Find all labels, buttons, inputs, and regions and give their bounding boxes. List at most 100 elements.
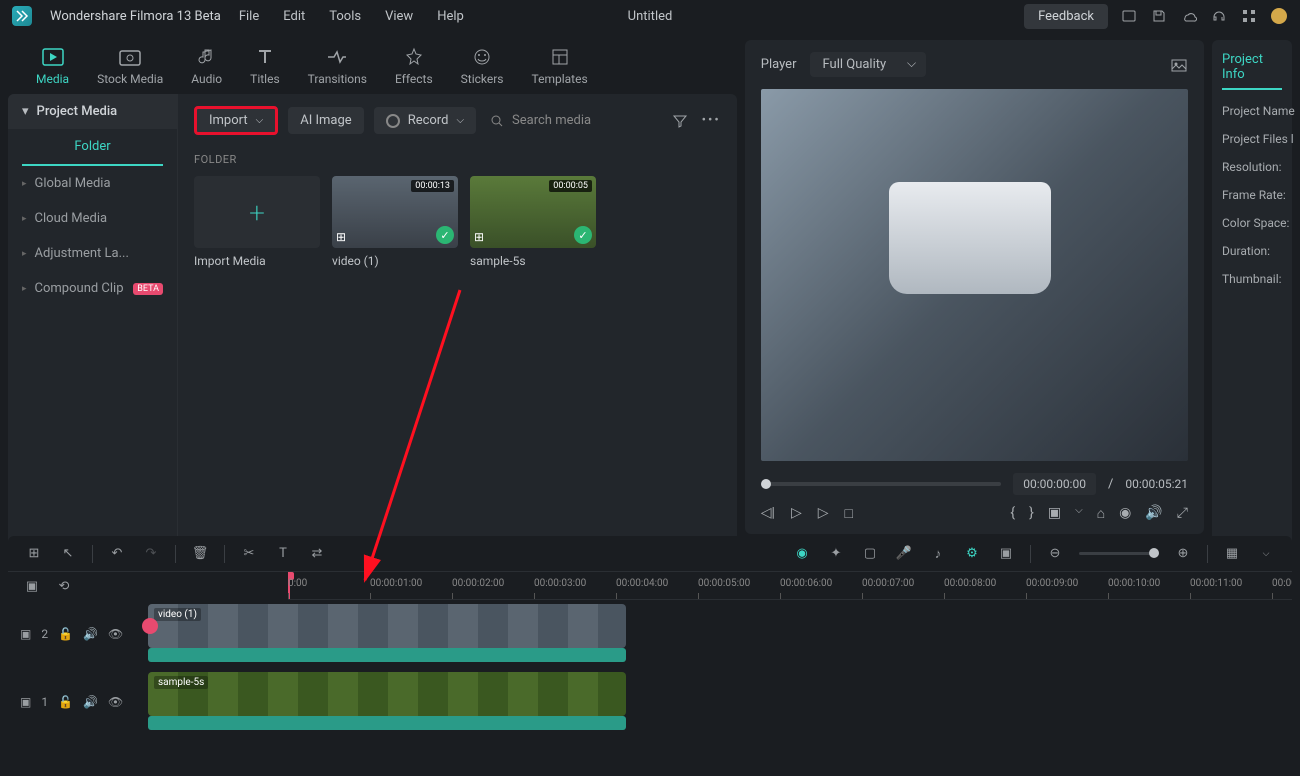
tab-effects[interactable]: Effects [395, 46, 433, 86]
color-icon[interactable]: ⚙ [962, 546, 982, 561]
zoom-in-icon[interactable]: ⊕ [1173, 546, 1193, 561]
sidebar-item-global-media[interactable]: ▸Global Media [8, 166, 177, 201]
track-id: 1 [41, 695, 48, 709]
ruler-mark: 0:00 [288, 578, 307, 589]
crop-icon[interactable]: ▣ [1048, 505, 1061, 522]
mute-icon[interactable]: 🔊 [83, 627, 98, 641]
tab-stock-media[interactable]: Stock Media [97, 46, 163, 86]
record-button[interactable]: Record⌵ [374, 107, 476, 134]
scrub-knob[interactable] [761, 479, 771, 489]
mute-icon[interactable]: 🔊 [83, 695, 98, 709]
sidebar-item-cloud-media[interactable]: ▸Cloud Media [8, 201, 177, 236]
media-tile-sample5s[interactable]: 00:00:05 ⊞ ✓ sample-5s [470, 176, 596, 268]
import-button[interactable]: Import⌵ [194, 106, 278, 135]
ruler-mark: 00:00:04:00 [616, 578, 668, 589]
track-1[interactable]: sample-5s [148, 668, 1292, 736]
sidebar-item-compound-clip[interactable]: ▸Compound ClipBETA [8, 271, 177, 306]
scrub-bar[interactable] [761, 482, 1002, 486]
stop-icon[interactable]: □ [845, 505, 853, 522]
timeline-settings-icon[interactable]: ▣ [22, 579, 42, 594]
snapshot-icon[interactable] [1170, 57, 1188, 73]
link-tracks-icon[interactable]: ⟲ [54, 579, 74, 594]
chevron-down-icon[interactable]: ⌵ [1256, 549, 1276, 559]
track-header-2[interactable]: ▣2 🔓 🔊 👁 [8, 600, 148, 668]
tab-templates[interactable]: Templates [532, 46, 588, 86]
volume-icon[interactable]: 🔊 [1145, 505, 1162, 522]
sidebar-header[interactable]: ▾ Project Media [8, 94, 177, 129]
fullscreen-icon[interactable]: ⤢ [1177, 505, 1188, 522]
ruler-mark: 00:00:11:00 [1190, 578, 1242, 589]
track-header-1[interactable]: ▣1 🔓 🔊 👁 [8, 668, 148, 736]
clip-video1[interactable]: video (1) [148, 604, 626, 648]
menu-file[interactable]: File [239, 9, 259, 24]
cut-icon[interactable]: ✂ [239, 546, 259, 561]
menu-help[interactable]: Help [437, 9, 464, 24]
quality-dropdown[interactable]: Full Quality [810, 52, 926, 77]
clip-audio-1[interactable] [148, 648, 626, 662]
link-icon[interactable]: ⇄ [307, 546, 327, 561]
lock-icon[interactable]: 🔓 [58, 695, 73, 709]
headphones-icon[interactable] [1210, 7, 1228, 25]
cloud-icon[interactable] [1180, 7, 1198, 25]
folder-tab[interactable]: Folder [22, 129, 163, 166]
tab-label: Effects [395, 72, 433, 86]
import-media-tile[interactable]: + Import Media [194, 176, 320, 268]
search-input[interactable]: Search media [486, 113, 662, 128]
menu-view[interactable]: View [385, 9, 413, 24]
clip-sample5s[interactable]: sample-5s [148, 672, 626, 716]
feedback-button[interactable]: Feedback [1024, 4, 1108, 29]
duration-badge: 00:00:13 [411, 180, 454, 192]
eye-icon[interactable]: 👁 [108, 695, 123, 709]
mark-in-icon[interactable]: { [1010, 505, 1015, 522]
save-icon[interactable] [1150, 7, 1168, 25]
text-icon[interactable]: T [273, 546, 293, 561]
tab-transitions[interactable]: Transitions [308, 46, 367, 86]
sidebar-item-label: Global Media [35, 176, 111, 191]
mic-icon[interactable]: 🎤 [894, 546, 914, 561]
pointer-icon[interactable]: ↖ [58, 546, 78, 561]
project-info-tab[interactable]: Project Info [1222, 52, 1282, 90]
lock-icon[interactable]: 🔓 [58, 627, 73, 641]
ai-icon[interactable]: ◉ [792, 546, 812, 561]
redo-icon[interactable]: ↷ [141, 546, 161, 561]
apps-icon[interactable] [1240, 7, 1258, 25]
ruler-mark: 00:00:02:00 [452, 578, 504, 589]
caret-icon: ▸ [22, 249, 27, 259]
shield-icon[interactable]: ▢ [860, 546, 880, 561]
preview-viewport[interactable] [761, 89, 1188, 461]
tab-stickers[interactable]: Stickers [461, 46, 504, 86]
chevron-down-icon[interactable]: ⌵ [1075, 505, 1083, 522]
camera-icon[interactable]: ◉ [1119, 505, 1131, 522]
timeline-ruler[interactable]: 0:00 00:00:01:00 00:00:02:00 00:00:03:00… [288, 572, 1292, 600]
view-mode-icon[interactable]: ▦ [1222, 546, 1242, 561]
grid-icon[interactable]: ⊞ [24, 546, 44, 561]
layout-icon[interactable] [1120, 7, 1138, 25]
tab-titles[interactable]: Titles [250, 46, 279, 86]
filter-icon[interactable] [672, 114, 688, 128]
gear-icon[interactable]: ✦ [826, 546, 846, 561]
ai-image-button[interactable]: AI Image [288, 107, 363, 134]
media-tile-video1[interactable]: 00:00:13 ⊞ ✓ video (1) [332, 176, 458, 268]
zoom-slider[interactable] [1079, 552, 1159, 555]
clip-handle[interactable] [142, 618, 158, 634]
delete-icon[interactable]: 🗑 [190, 546, 210, 561]
tab-audio[interactable]: Audio [191, 46, 222, 86]
clip-audio-2[interactable] [148, 716, 626, 730]
mark-out-icon[interactable]: } [1029, 505, 1034, 522]
display-icon[interactable]: ⌂ [1097, 505, 1105, 522]
track-2[interactable]: video (1) [148, 600, 1292, 668]
audio-mixer-icon[interactable]: ♪ [928, 546, 948, 562]
menu-edit[interactable]: Edit [283, 9, 305, 24]
sidebar-item-adjustment-layer[interactable]: ▸Adjustment La... [8, 236, 177, 271]
zoom-out-icon[interactable]: ⊖ [1045, 546, 1065, 561]
play-icon[interactable]: ▷ [818, 505, 829, 522]
user-avatar-icon[interactable] [1270, 7, 1288, 25]
tab-media[interactable]: Media [36, 46, 69, 86]
more-icon[interactable]: ••• [702, 113, 721, 128]
prev-frame-icon[interactable]: ◁| [761, 505, 775, 522]
undo-icon[interactable]: ↶ [107, 546, 127, 561]
eye-icon[interactable]: 👁 [108, 627, 123, 641]
marker-icon[interactable]: ▣ [996, 546, 1016, 561]
play-forward-icon[interactable]: ▷ [791, 505, 802, 522]
menu-tools[interactable]: Tools [329, 9, 361, 24]
